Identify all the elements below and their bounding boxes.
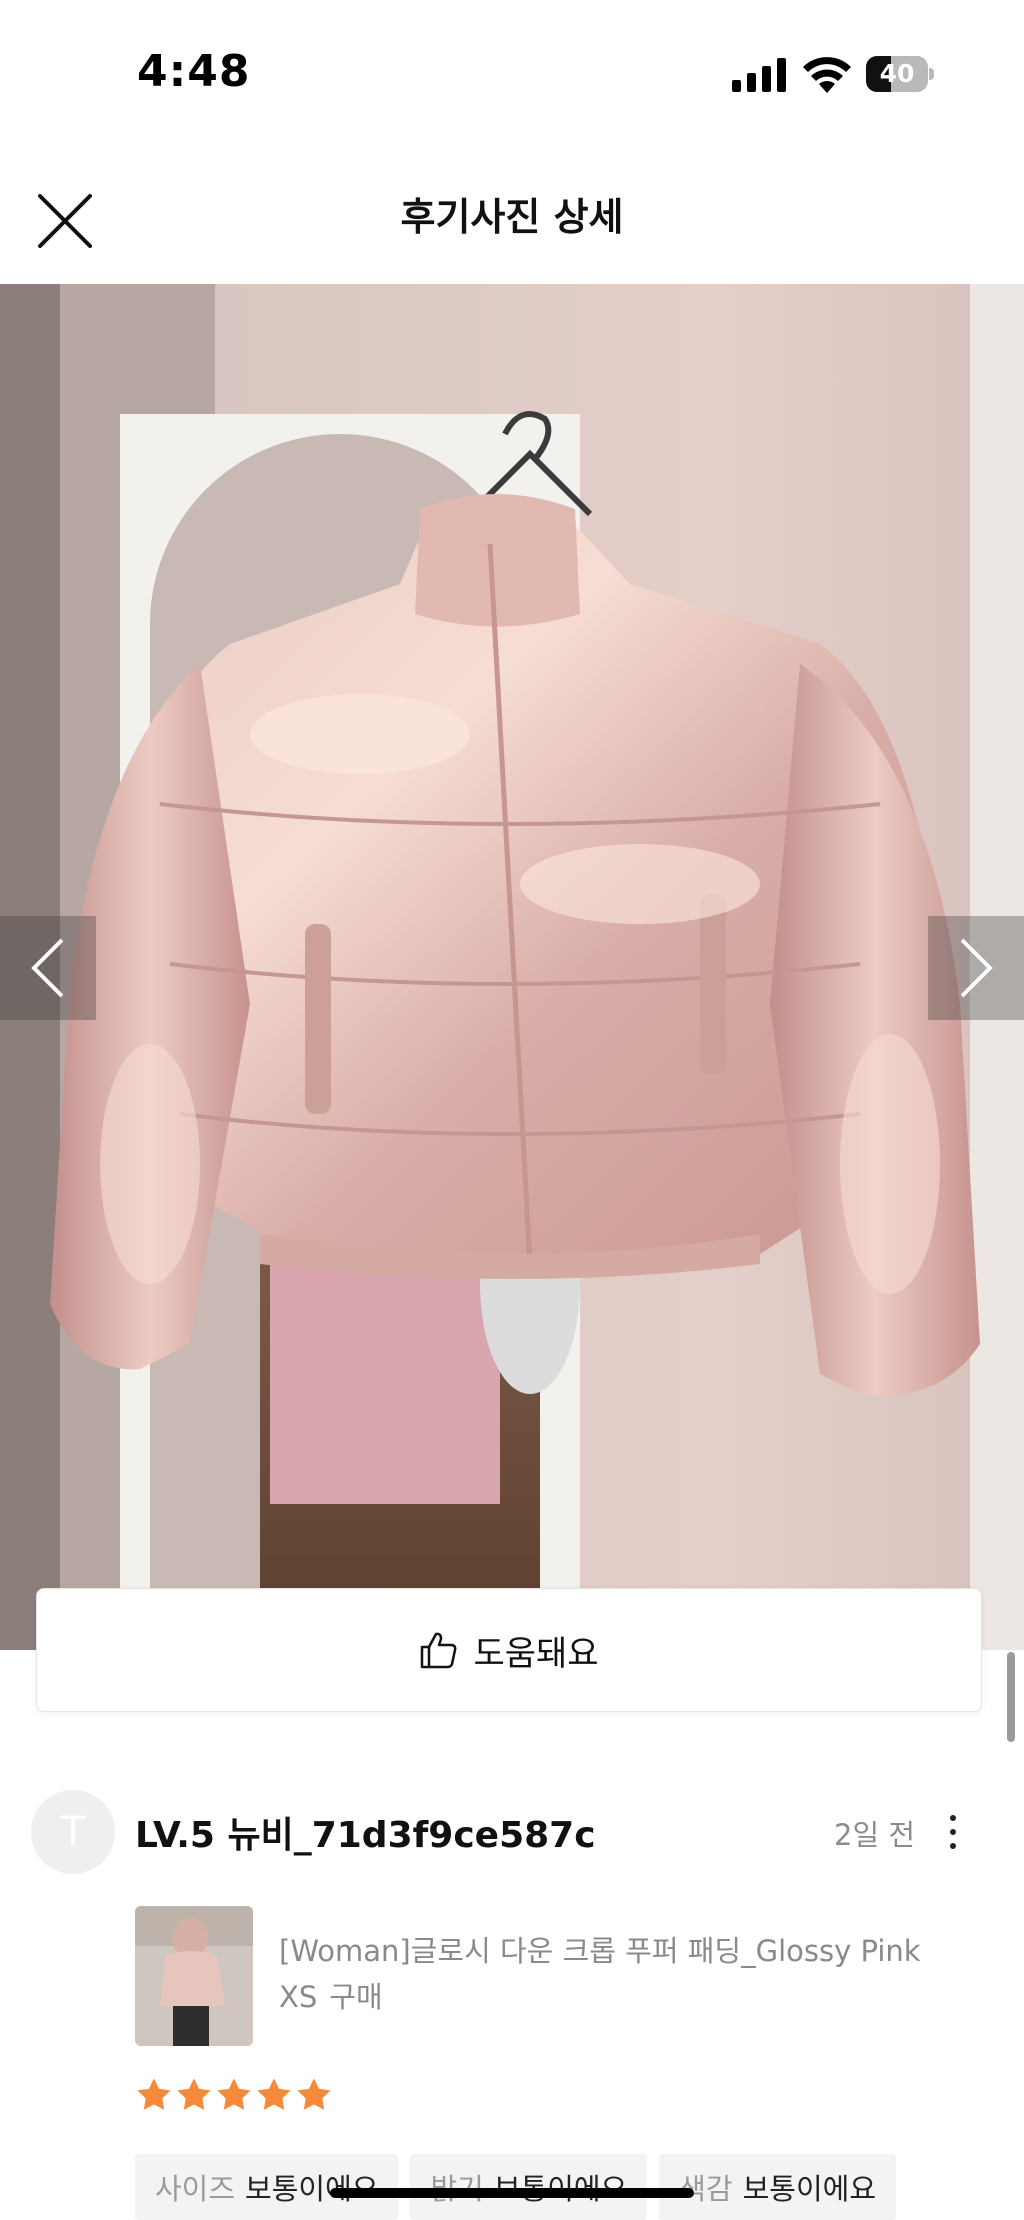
more-dot-icon <box>950 1843 956 1849</box>
star-icon <box>177 2078 211 2110</box>
more-options-button[interactable] <box>938 1804 968 1860</box>
product-thumbnail[interactable] <box>135 1906 253 2046</box>
battery-icon: 40 <box>866 56 934 92</box>
star-icon <box>297 2078 331 2110</box>
attribute-value: 보통이에요 <box>742 2172 877 2206</box>
star-icon <box>257 2078 291 2110</box>
attribute-value: 보통이에요 <box>245 2172 379 2206</box>
review-photo[interactable] <box>0 284 1024 1650</box>
more-dot-icon <box>950 1829 956 1835</box>
attribute-label: 색감 <box>679 2172 733 2206</box>
more-dot-icon <box>950 1815 956 1821</box>
purchase-label: 구매 <box>329 1980 383 2014</box>
thumbs-up-icon <box>421 1632 457 1669</box>
attribute-value: 보통이에요 <box>494 2166 627 2208</box>
next-photo-button[interactable] <box>928 916 1024 1020</box>
star-rating <box>135 2076 333 2118</box>
attribute-tag-brightness: 밝기 보통이에요 <box>410 2154 648 2220</box>
signal-icon <box>732 58 786 92</box>
chevron-left-icon <box>31 938 64 998</box>
page-title: 후기사진 상세 <box>400 195 624 239</box>
attribute-label: 밝기 <box>430 2166 483 2208</box>
attribute-tag-size: 사이즈 보통이에요 <box>135 2154 399 2220</box>
helpful-button[interactable]: 도움돼요 <box>36 1588 982 1712</box>
attribute-tag-color: 색감 보통이에요 <box>659 2154 897 2220</box>
attribute-tags: 사이즈 보통이에요 밝기 보통이에요 색감 보통이에요 <box>135 2154 897 2220</box>
helpful-label: 도움돼요 <box>473 1633 599 1674</box>
chevron-right-icon <box>960 938 993 998</box>
wifi-icon <box>803 57 851 93</box>
product-option: XS 구매 <box>279 1974 383 2016</box>
product-thumbnail-image <box>135 1906 253 2046</box>
status-bar: 4:48 40 <box>0 0 1024 120</box>
scrollbar[interactable] <box>1007 1652 1015 1742</box>
username[interactable]: LV.5 뉴비_71d3f9ce587c <box>135 1806 596 1858</box>
previous-photo-button[interactable] <box>0 916 96 1020</box>
battery-level: 40 <box>879 59 915 88</box>
attribute-label: 사이즈 <box>155 2172 236 2206</box>
review-time: 2일 전 <box>834 1818 916 1852</box>
star-icon <box>137 2078 171 2110</box>
home-indicator[interactable] <box>330 2188 694 2198</box>
star-icon <box>217 2078 251 2110</box>
option-size: XS <box>279 1980 318 2014</box>
header: 후기사진 상세 <box>0 160 1024 284</box>
review-photo-image <box>0 284 1024 1650</box>
avatar[interactable]: T <box>31 1790 115 1874</box>
product-name[interactable]: [Woman]글로시 다운 크롭 푸퍼 패딩_Glossy Pink <box>279 1928 979 1970</box>
review-photo-detail-screen: 4:48 40 후기사진 상세 도움돼요 T LV.5 뉴비_71d3f9ce5… <box>0 0 1024 2220</box>
status-time: 4:48 <box>137 46 251 97</box>
